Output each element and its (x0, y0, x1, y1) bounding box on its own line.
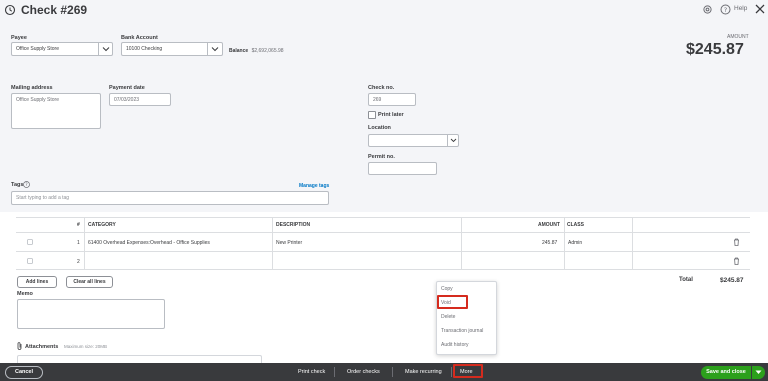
close-icon[interactable] (754, 3, 766, 15)
memo-input[interactable] (17, 299, 165, 329)
menu-item-void[interactable]: Void (441, 300, 451, 306)
chevron-down-icon[interactable] (211, 46, 219, 52)
row-divider (16, 269, 750, 270)
table-row[interactable]: 2 (16, 252, 750, 269)
page-title: Check #269 (21, 3, 88, 17)
col-header-class: CLASS (567, 222, 584, 228)
trash-icon[interactable] (733, 238, 740, 246)
menu-item-audit-history[interactable]: Audit history (441, 342, 469, 348)
settings-icon[interactable] (702, 4, 713, 15)
balance-display: Balance $2,692,065.98 (229, 48, 284, 54)
footer-separator (392, 367, 393, 377)
location-dropdown-divider (447, 134, 448, 147)
row-number: 2 (77, 259, 80, 265)
table-header-top-border (16, 217, 750, 218)
amount-value: $245.87 (686, 41, 744, 58)
cancel-label: Cancel (14, 369, 34, 375)
attachments-label: Attachments (25, 344, 59, 350)
mailing-address-label: Mailing address (11, 85, 53, 91)
tags-placeholder: Start typing to add a tag (16, 195, 70, 201)
col-header-category: CATEGORY (88, 222, 116, 228)
memo-label: Memo (17, 291, 33, 297)
footer-bar (0, 363, 768, 381)
bank-account-value: 10100 Checking (126, 46, 163, 52)
help-link[interactable]: Help (734, 5, 747, 12)
save-and-close-label: Save and close (706, 369, 746, 375)
drag-handle-icon[interactable] (27, 258, 33, 264)
payment-date-input[interactable]: 07/03/2023 (109, 93, 171, 106)
paperclip-icon (17, 342, 23, 350)
payment-date-label: Payment date (109, 85, 145, 91)
balance-label: Balance (229, 48, 249, 54)
tags-label: Tags (11, 182, 24, 188)
more-button[interactable]: More (460, 363, 473, 381)
order-checks-link[interactable]: Order checks (347, 363, 380, 381)
row-description[interactable]: New Printer (276, 240, 302, 246)
check-no-value: 269 (373, 97, 382, 103)
save-and-close-button[interactable]: Save and close (701, 366, 751, 379)
clear-all-lines-button[interactable]: Clear all lines (66, 276, 113, 288)
add-lines-button[interactable]: Add lines (17, 276, 57, 288)
cancel-button[interactable]: Cancel (5, 366, 43, 379)
location-label: Location (368, 125, 391, 131)
bank-dropdown-divider (207, 42, 208, 56)
row-amount[interactable]: 245.87 (542, 240, 557, 246)
balance-value: $2,692,065.98 (251, 48, 284, 54)
bank-account-label: Bank Account (121, 35, 158, 41)
col-header-amount: AMOUNT (538, 222, 560, 228)
attachment-dropzone[interactable] (17, 355, 262, 363)
make-recurring-link[interactable]: Make recurring (405, 363, 442, 381)
chevron-down-icon[interactable] (102, 46, 110, 52)
col-header-description: DESCRIPTION (276, 222, 311, 228)
col-header-number: # (77, 222, 80, 228)
check-no-input[interactable]: 269 (368, 93, 416, 106)
manage-tags-link[interactable]: Manage tags (299, 183, 329, 189)
help-icon[interactable]: ? (720, 4, 731, 15)
check-no-label: Check no. (368, 85, 395, 91)
print-check-link[interactable]: Print check (298, 363, 325, 381)
max-size-label: Maximum size: 20MB (64, 344, 108, 349)
row-category[interactable]: 61400 Overhead Expenses:Overhead - Offic… (88, 240, 210, 246)
trash-icon[interactable] (733, 257, 740, 265)
svg-text:?: ? (724, 6, 727, 14)
drag-handle-icon[interactable] (27, 239, 33, 245)
info-icon[interactable]: ? (23, 181, 30, 188)
permit-no-label: Permit no. (368, 154, 395, 160)
total-value: $245.87 (720, 277, 744, 284)
header-area (0, 0, 768, 212)
mailing-address-value: Office Supply Store (16, 97, 59, 103)
permit-no-input[interactable] (368, 162, 437, 175)
payee-label: Payee (11, 35, 27, 41)
payee-value: Office Supply Store (16, 46, 59, 52)
print-later-label: Print later (378, 112, 404, 118)
menu-item-transaction-journal[interactable]: Transaction journal (441, 328, 483, 334)
row-number: 1 (77, 240, 80, 246)
table-row[interactable]: 1 61400 Overhead Expenses:Overhead - Off… (16, 233, 750, 251)
payment-date-value: 07/03/2023 (114, 97, 140, 103)
chevron-down-icon[interactable] (450, 138, 457, 143)
footer-separator (451, 367, 452, 377)
menu-item-copy[interactable]: Copy (441, 286, 453, 292)
mailing-address-input[interactable]: Office Supply Store (11, 93, 101, 129)
check-history-icon[interactable] (4, 4, 16, 16)
tags-input[interactable]: Start typing to add a tag (11, 191, 329, 205)
footer-separator (334, 367, 335, 377)
print-later-checkbox[interactable] (368, 111, 376, 119)
payee-dropdown-divider (98, 42, 99, 56)
save-options-button[interactable] (752, 366, 765, 379)
row-class[interactable]: Admin (568, 240, 582, 246)
chevron-down-icon (755, 370, 762, 375)
amount-label: AMOUNT (727, 34, 749, 40)
location-select[interactable] (368, 134, 459, 147)
total-label: Total (679, 277, 693, 283)
menu-item-delete[interactable]: Delete (441, 314, 455, 320)
